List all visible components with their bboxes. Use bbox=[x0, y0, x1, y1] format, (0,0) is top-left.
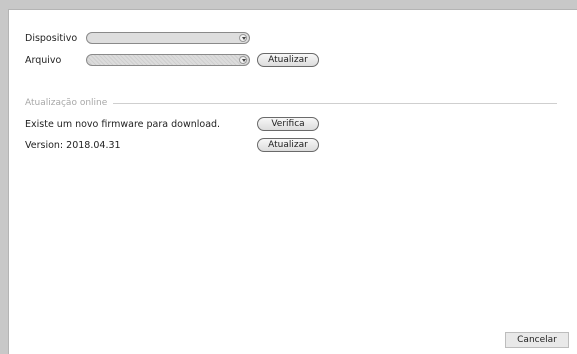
section-divider bbox=[113, 103, 557, 104]
version-text: Version: 2018.04.31 bbox=[25, 140, 121, 151]
update-online-button[interactable]: Atualizar bbox=[257, 138, 319, 152]
upgrade-panel: Dispositivo Arquivo Atualizar Atualizaçã… bbox=[8, 9, 577, 354]
online-update-title: Atualização online bbox=[25, 98, 108, 108]
firmware-status-text: Existe um novo firmware para download. bbox=[25, 119, 221, 130]
update-file-button[interactable]: Atualizar bbox=[257, 53, 319, 67]
file-label: Arquivo bbox=[25, 55, 62, 66]
chevron-down-icon bbox=[239, 56, 247, 64]
check-button[interactable]: Verifica bbox=[257, 117, 319, 131]
device-label: Dispositivo bbox=[25, 33, 78, 44]
device-select[interactable] bbox=[86, 32, 250, 44]
cancel-button[interactable]: Cancelar bbox=[505, 332, 569, 348]
chevron-down-icon bbox=[239, 34, 247, 42]
file-select[interactable] bbox=[86, 54, 250, 66]
